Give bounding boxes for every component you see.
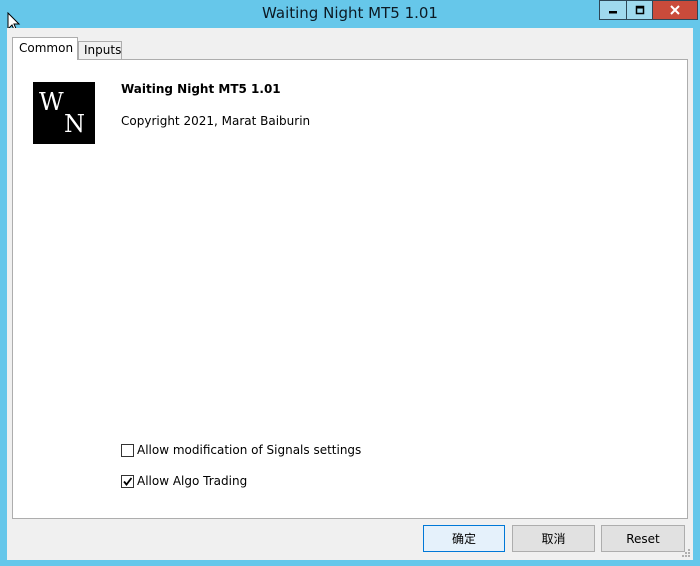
cancel-button[interactable]: 取消	[512, 525, 595, 552]
resize-grip-icon[interactable]	[681, 548, 691, 558]
dialog-body: Common Inputs W N Waiting Night MT5 1.01…	[7, 28, 693, 560]
program-name: Waiting Night MT5 1.01	[121, 82, 281, 96]
tab-inputs[interactable]: Inputs	[78, 41, 122, 59]
allow-signals-modification-label: Allow modification of Signals settings	[137, 443, 362, 457]
allow-algo-trading-label: Allow Algo Trading	[137, 474, 248, 488]
program-copyright: Copyright 2021, Marat Baiburin	[121, 114, 311, 128]
maximize-button[interactable]	[626, 0, 653, 20]
program-logo: W N	[33, 82, 95, 144]
logo-letter-n: N	[64, 110, 85, 138]
checkmark-icon	[123, 476, 133, 486]
maximize-icon	[635, 5, 644, 15]
title-bar[interactable]: Waiting Night MT5 1.01	[0, 0, 700, 28]
minimize-icon	[609, 11, 617, 14]
minimize-button[interactable]	[599, 0, 626, 20]
allow-signals-modification-checkbox[interactable]	[121, 443, 134, 457]
window-title: Waiting Night MT5 1.01	[262, 4, 438, 22]
tab-common[interactable]: Common	[12, 37, 78, 60]
allow-algo-trading-checkbox[interactable]	[121, 474, 134, 488]
close-icon	[670, 5, 680, 15]
close-button[interactable]	[653, 0, 698, 20]
logo-letter-w: W	[39, 88, 64, 116]
allow-algo-trading-option[interactable]: Allow Algo Trading	[121, 474, 247, 488]
allow-signals-modification-option[interactable]: Allow modification of Signals settings	[121, 443, 361, 457]
dialog-window: Waiting Night MT5 1.01 Common Inputs W N…	[0, 0, 700, 566]
ok-button[interactable]: 确定	[423, 525, 505, 552]
common-tab-panel: W N Waiting Night MT5 1.01 Copyright 202…	[12, 59, 688, 519]
reset-button[interactable]: Reset	[601, 525, 685, 552]
